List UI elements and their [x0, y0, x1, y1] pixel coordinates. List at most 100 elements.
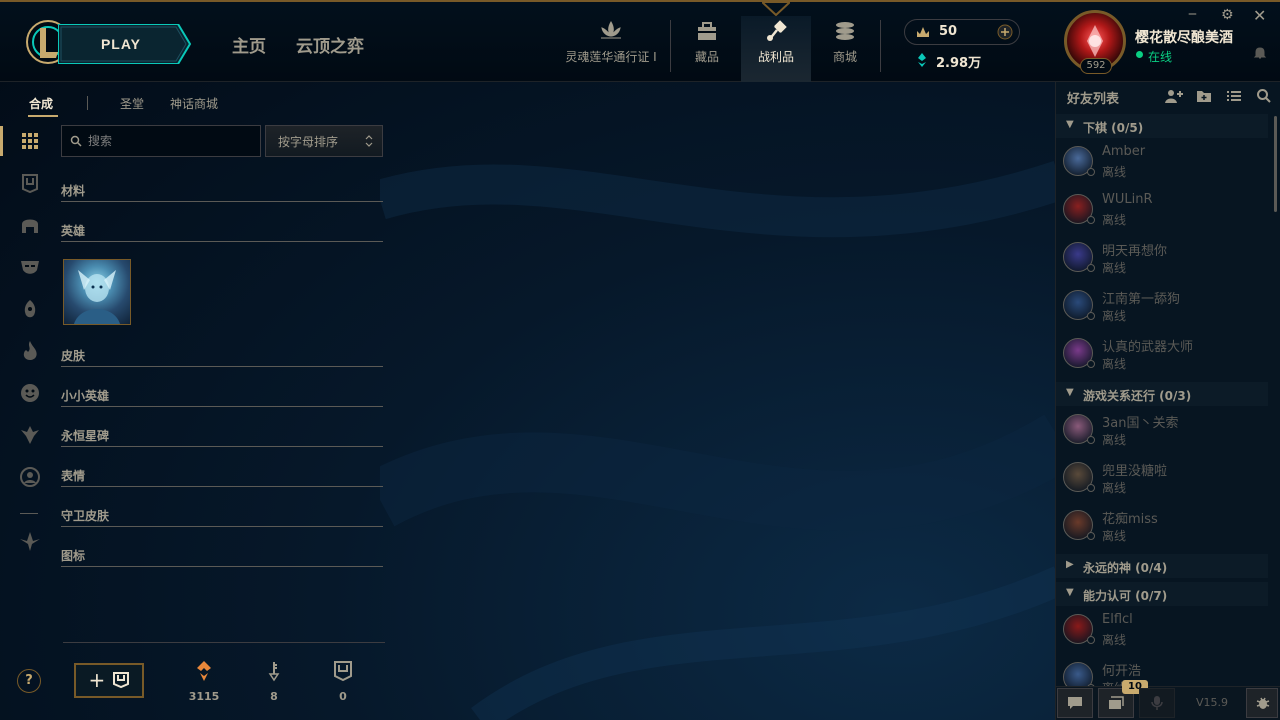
- chest-filter-icon[interactable]: [16, 169, 44, 197]
- chevron-down-icon: ▼: [1066, 387, 1074, 398]
- mask-icon[interactable]: [16, 253, 44, 281]
- friend-item[interactable]: 江南第一舔狗 离线: [1056, 280, 1268, 328]
- add-rp-icon[interactable]: [997, 24, 1013, 40]
- category-ward-skins[interactable]: 守卫皮肤: [61, 507, 383, 527]
- profile-icon-filter[interactable]: [16, 463, 44, 491]
- report-bug-button[interactable]: [1246, 688, 1278, 718]
- friend-group-header[interactable]: ▼ 能力认可 (0/7): [1056, 582, 1268, 606]
- voice-button[interactable]: [1139, 688, 1175, 718]
- friend-item[interactable]: 花痴miss 离线: [1056, 500, 1268, 548]
- friend-item[interactable]: 兜里没糖啦 离线: [1056, 452, 1268, 500]
- close-icon[interactable]: ✕: [1253, 6, 1266, 25]
- friend-group-header[interactable]: ▶ 永远的神 (0/4): [1056, 554, 1268, 578]
- nav-home[interactable]: 主页: [232, 32, 266, 57]
- offline-status-icon: [1087, 360, 1095, 368]
- list-view-icon[interactable]: [1226, 88, 1242, 104]
- chest-counter: 0: [323, 660, 363, 703]
- friend-group-header[interactable]: ▼ 游戏关系还行 (0/3): [1056, 382, 1268, 406]
- category-champions[interactable]: 英雄: [61, 222, 383, 242]
- category-emotes[interactable]: 表情: [61, 467, 383, 487]
- level-badge: 592: [1080, 58, 1112, 74]
- tab-crafting[interactable]: 合成: [29, 95, 53, 112]
- offline-status-icon: [1087, 484, 1095, 492]
- chevron-right-icon: ▶: [1066, 559, 1074, 570]
- nav-store[interactable]: 商城: [810, 16, 880, 82]
- nav-loot[interactable]: 战利品: [741, 16, 811, 82]
- friend-name: 3an国丶关索: [1102, 416, 1179, 431]
- collection-icon: [698, 22, 716, 40]
- chat-icon: [1068, 697, 1082, 709]
- search-input[interactable]: [88, 132, 248, 150]
- loot-icon: [767, 20, 787, 41]
- friend-item[interactable]: Elflcl 离线: [1056, 604, 1268, 652]
- other-icon[interactable]: [16, 527, 44, 555]
- offline-status-icon: [1087, 216, 1095, 224]
- nav-collection[interactable]: 藏品: [672, 16, 742, 82]
- helmet-icon[interactable]: [16, 211, 44, 239]
- friend-group-name: 永远的神 (0/4): [1083, 561, 1168, 575]
- summoner-status[interactable]: 在线: [1148, 48, 1172, 65]
- flame-icon[interactable]: [16, 337, 44, 365]
- friend-name: 花痴miss: [1102, 512, 1158, 527]
- ward-icon[interactable]: [16, 421, 44, 449]
- tab-sanctum[interactable]: 圣堂: [120, 95, 144, 112]
- category-eternals[interactable]: 永恒星碑: [61, 427, 383, 447]
- orange-essence-counter: 3115: [184, 660, 224, 703]
- friend-name: 江南第一舔狗: [1102, 292, 1181, 307]
- rp-wallet[interactable]: 50: [904, 19, 1020, 45]
- nav-tft[interactable]: 云顶之弈: [296, 32, 364, 57]
- friend-item[interactable]: 认真的武器大师 离线: [1056, 328, 1268, 376]
- champion-shard-item[interactable]: [63, 259, 131, 325]
- minimize-button[interactable]: ‒: [1188, 6, 1197, 22]
- play-button[interactable]: PLAY: [58, 24, 192, 64]
- divider: [63, 642, 385, 643]
- top-bar: PLAY 主页 云顶之弈 灵魂莲华通行证 I 藏品 战利品 商城 50 2.98…: [0, 0, 1280, 82]
- category-skins[interactable]: 皮肤: [61, 347, 383, 367]
- friend-item[interactable]: 明天再想你 离线: [1056, 232, 1268, 280]
- friend-name: WULinR: [1102, 192, 1153, 207]
- little-legend-icon[interactable]: [16, 295, 44, 323]
- nav-store-label: 商城: [832, 50, 857, 64]
- lotus-icon: [601, 21, 621, 39]
- friend-name: Elflcl: [1102, 612, 1133, 627]
- rp-value: 50: [939, 24, 958, 39]
- help-button[interactable]: ?: [17, 669, 41, 693]
- sort-label: 按字母排序: [278, 135, 339, 149]
- nav-pass-label: 灵魂莲华通行证 I: [565, 50, 657, 64]
- tab-mythic-shop[interactable]: 神话商城: [170, 95, 218, 112]
- messages-icon: [1109, 696, 1124, 709]
- friend-list-scrollbar[interactable]: [1274, 116, 1277, 212]
- friend-status: 离线: [1102, 633, 1127, 647]
- offline-status-icon: [1087, 436, 1095, 444]
- add-chest-button[interactable]: +: [74, 663, 144, 698]
- nav-pass[interactable]: 灵魂莲华通行证 I: [562, 16, 660, 82]
- friend-name: 明天再想你: [1102, 244, 1168, 259]
- version-label: V15.9: [1196, 696, 1229, 709]
- divider: [880, 20, 881, 72]
- friend-group-header[interactable]: ▼ 下棋 (0/5): [1056, 114, 1268, 138]
- add-folder-icon[interactable]: [1196, 88, 1212, 104]
- friend-status: 离线: [1102, 309, 1127, 323]
- offline-status-icon: [1087, 636, 1095, 644]
- emote-icon[interactable]: [16, 379, 44, 407]
- settings-gear-icon[interactable]: ⚙: [1221, 7, 1234, 23]
- friend-name: Amber: [1102, 144, 1146, 159]
- category-little-legends[interactable]: 小小英雄: [61, 387, 383, 407]
- active-tab-underline: [28, 115, 58, 117]
- friend-item[interactable]: Amber 离线: [1056, 136, 1268, 184]
- category-materials[interactable]: 材料: [61, 182, 383, 202]
- nav-collection-label: 藏品: [694, 50, 719, 64]
- bell-icon[interactable]: [1253, 46, 1267, 60]
- chat-button[interactable]: [1057, 688, 1093, 718]
- grid-icon[interactable]: [16, 127, 44, 155]
- friend-search-icon[interactable]: [1256, 88, 1272, 104]
- background-art: [380, 161, 1060, 720]
- add-friend-icon[interactable]: [1164, 88, 1184, 104]
- orange-essence-value: 3115: [188, 690, 220, 703]
- sort-dropdown[interactable]: 按字母排序: [265, 125, 383, 157]
- search-box: [61, 125, 261, 157]
- category-icons[interactable]: 图标: [61, 547, 383, 567]
- friend-item[interactable]: WULinR 离线: [1056, 184, 1268, 232]
- orange-essence-icon: [197, 661, 211, 681]
- friend-item[interactable]: 3an国丶关索 离线: [1056, 404, 1268, 452]
